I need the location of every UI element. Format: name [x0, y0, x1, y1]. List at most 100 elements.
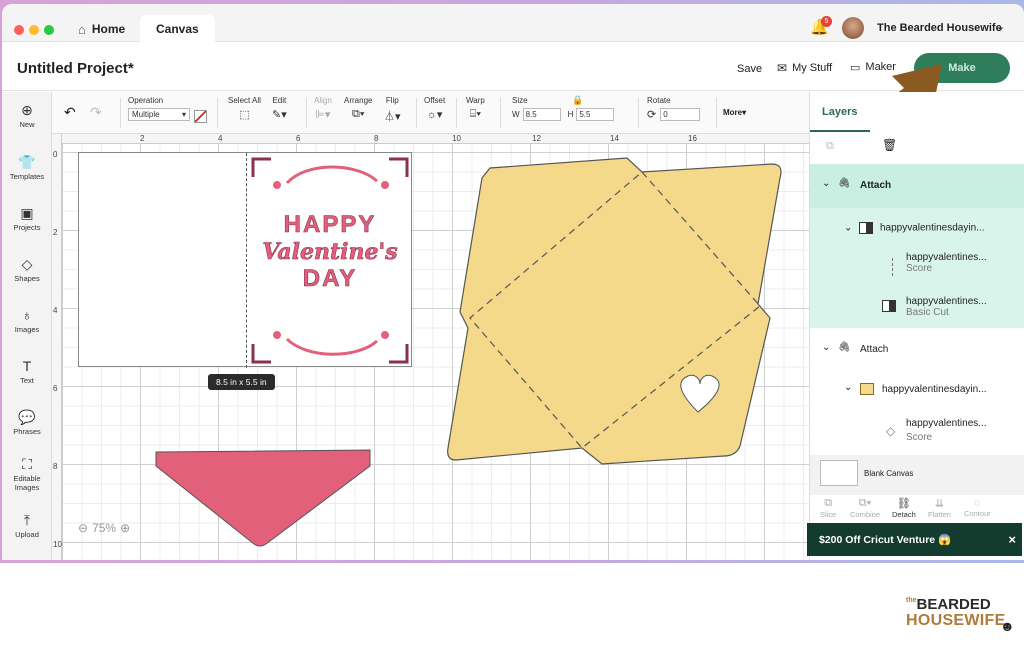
layer-row[interactable]: ⌄ happyvalentinesdayin... [844, 222, 1024, 234]
sidebar-item-phrases[interactable]: 💬 Phrases [2, 409, 52, 436]
brand-logo: theBEARDED HOUSEWIFE [906, 596, 1006, 629]
contour-button[interactable]: ◌ Contour [964, 497, 991, 518]
layer-row[interactable]: ⌄ happyvalentinesdayin... [810, 382, 1024, 402]
close-window-button[interactable] [14, 25, 24, 35]
flip-button[interactable]: Flip ⏃▾ [384, 96, 401, 124]
flip-icon: ⏃▾ [384, 111, 401, 123]
zoom-control[interactable]: ⊖ 75% ⊕ [78, 521, 130, 535]
select-all-button[interactable]: Select All ⬚ [228, 96, 261, 121]
trash-icon[interactable]: 🗑 [882, 138, 897, 152]
width-input[interactable]: 8.5 [522, 108, 561, 121]
layer-row[interactable]: ◇ happyvalentines... Score [810, 418, 1024, 448]
save-button[interactable]: Save [737, 63, 762, 75]
envelope-shape[interactable] [442, 156, 787, 471]
left-ruler: 0 2 4 6 8 10 [52, 134, 62, 560]
flatten-button[interactable]: ⇊ Flatten [928, 497, 951, 519]
card-design[interactable]: HAPPY Valentine's DAY [78, 152, 412, 368]
blank-canvas-row[interactable]: Blank Canvas [810, 455, 1024, 495]
card-headline: HAPPY Valentine's DAY [262, 211, 398, 293]
mail-icon: ✉ [777, 61, 788, 75]
sidebar-item-upload[interactable]: ⤒ Upload [2, 512, 52, 539]
sidebar-item-templates[interactable]: 👕 Templates [2, 154, 52, 181]
sidebar-item-new[interactable]: ⊕ New [2, 102, 52, 129]
minimize-window-button[interactable] [29, 25, 39, 35]
mustache-icon: ☻ [1000, 618, 1015, 634]
upload-icon: ⤒ [23, 512, 31, 528]
rotate-input[interactable]: 0 [660, 108, 701, 121]
more-button[interactable]: More▾ [723, 108, 746, 117]
divider [716, 98, 717, 128]
score-line-icon [892, 258, 893, 276]
text-icon: T [22, 358, 32, 374]
size-tag: 8.5 in x 5.5 in [208, 374, 275, 390]
basic-cut-icon [882, 300, 896, 312]
undo-icon[interactable]: ↶ [64, 104, 76, 121]
divider [638, 98, 639, 128]
maximize-window-button[interactable] [44, 25, 54, 35]
app-window: ⌂ Home Canvas 🔔 5 The Bearded Housewife … [2, 4, 1024, 560]
redo-icon[interactable]: ↷ [90, 104, 102, 121]
chevron-down-icon[interactable]: ⌄ [996, 20, 1005, 33]
divider [120, 98, 121, 128]
paperclip-icon: 🖇 [838, 342, 851, 353]
user-name[interactable]: The Bearded Housewife [877, 22, 1002, 34]
divider [456, 98, 457, 128]
zoom-out-icon[interactable]: ⊖ [78, 521, 88, 535]
size-group: Size W 8.5 H 5.5 [512, 96, 627, 121]
title-bar: ⌂ Home Canvas 🔔 5 The Bearded Housewife … [2, 4, 1024, 43]
duplicate-icon[interactable]: ⧉ [826, 140, 834, 153]
layer-group-body-1: ⌄ happyvalentinesdayin... happyvalentine… [810, 208, 1024, 328]
sidebar-item-editable-images[interactable]: ⛶ Editable Images [2, 456, 52, 492]
projects-icon: ▣ [20, 205, 34, 221]
page-title[interactable]: Untitled Project* [17, 60, 134, 77]
left-sidebar: ⊕ New 👕 Templates ▣ Projects ◇ Shapes ♁ Image… [2, 92, 52, 560]
notification-badge: 5 [821, 16, 832, 27]
slice-icon: ⧉ [824, 497, 833, 509]
envelope-flap-shape[interactable] [154, 448, 374, 548]
sidebar-item-text[interactable]: T Text [2, 358, 52, 385]
dropdown-icon: ▾ [181, 110, 186, 119]
zoom-in-icon[interactable]: ⊕ [120, 521, 130, 535]
detach-button[interactable]: ⛓ Detach [892, 497, 916, 519]
operation-select[interactable]: Multiple ▾ [128, 108, 190, 121]
combine-button[interactable]: ⧉▾ Combine [850, 497, 880, 519]
top-ruler: 2 4 6 8 10 12 14 16 [62, 134, 809, 144]
edit-toolbar: ↶ ↷ Operation Multiple ▾ Select All ⬚ Edit… [52, 92, 809, 134]
sidebar-item-images[interactable]: ♁ Images [2, 307, 52, 334]
align-button[interactable]: Align ⊫▾ [314, 96, 332, 121]
editable-icon: ⛶ [22, 456, 32, 472]
rotate-icon: ⟳ [647, 109, 657, 121]
divider [306, 98, 307, 128]
flatten-icon: ⇊ [934, 498, 945, 510]
divider [416, 98, 417, 128]
edit-button[interactable]: Edit ✎▾ [272, 96, 287, 121]
promo-banner[interactable]: $200 Off Cricut Venture 😱 × [807, 523, 1022, 556]
layer-row[interactable]: happyvalentines... Score [906, 252, 987, 274]
slice-button[interactable]: ⧉ Slice [820, 497, 836, 519]
warp-icon: ⌸▾ [469, 108, 482, 120]
tab-canvas[interactable]: Canvas [140, 15, 215, 43]
detach-icon: ⛓ [896, 498, 911, 510]
tab-home[interactable]: ⌂ Home [78, 15, 125, 43]
lock-icon[interactable]: 🔒 [572, 95, 583, 106]
tab-layers[interactable]: Layers [822, 106, 857, 118]
shirt-icon: 👕 [18, 154, 36, 170]
home-icon: ⌂ [78, 21, 86, 37]
align-icon: ⊫▾ [315, 109, 331, 121]
height-input[interactable]: 5.5 [576, 108, 615, 121]
layer-row[interactable]: happyvalentines... Basic Cut [906, 296, 987, 318]
my-stuff-button[interactable]: ✉ My Stuff [777, 61, 832, 75]
layer-group-attach-2[interactable]: ⌄ 🖇 Attach [810, 340, 1024, 364]
operation-group: Operation Multiple ▾ [128, 96, 190, 121]
sidebar-item-shapes[interactable]: ◇ Shapes [2, 256, 52, 283]
layer-group-attach-1[interactable]: ⌄ 🖇 Attach [810, 164, 1024, 208]
avatar[interactable] [842, 17, 864, 39]
offset-button[interactable]: Offset ☼▾ [424, 96, 445, 121]
sidebar-item-projects[interactable]: ▣ Projects [2, 205, 52, 232]
close-icon[interactable]: × [1008, 532, 1016, 547]
layer-thumb-icon [859, 222, 874, 234]
warp-button[interactable]: Warp ⌸▾ [466, 96, 485, 121]
color-swatch[interactable] [194, 110, 207, 123]
arrange-button[interactable]: Arrange ⧉▾ [344, 96, 372, 121]
chevron-down-icon: ⌄ [844, 382, 853, 393]
